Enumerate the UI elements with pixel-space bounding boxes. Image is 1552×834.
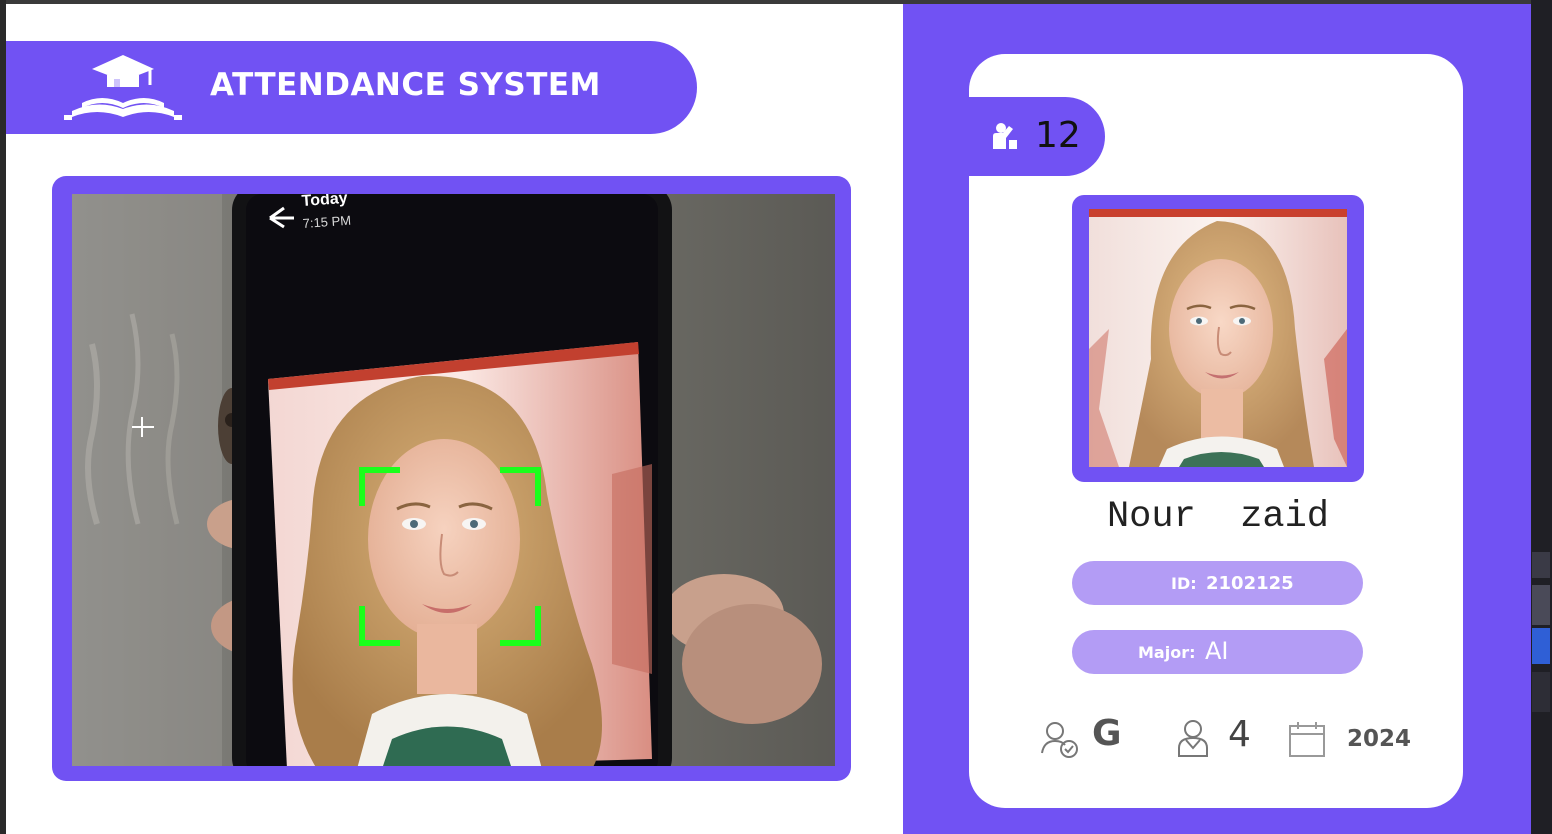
student-id-pill: ID: 2102125 (1072, 561, 1363, 605)
major-label: Major: (1138, 643, 1196, 662)
user-check-icon (1041, 722, 1078, 758)
camera-image: Today 7:15 PM (72, 194, 835, 766)
side-widget-3[interactable] (1532, 628, 1550, 664)
attendance-app-window: ATTENDANCE SYSTEM Today 7:15 PM 12 Nour … (0, 0, 1552, 834)
side-widget-2 (1532, 585, 1550, 625)
calendar-icon (1289, 722, 1325, 757)
id-label: ID: (1171, 574, 1197, 593)
raised-hand-person-icon (993, 123, 1017, 149)
graduation-cap-book-icon (64, 55, 182, 120)
header-banner: ATTENDANCE SYSTEM (6, 41, 697, 134)
student-photo-frame (1072, 195, 1364, 482)
student-photo (1089, 209, 1347, 467)
side-widget-4 (1532, 672, 1550, 712)
student-icon (1178, 720, 1208, 757)
student-major-pill: Major: AI (1072, 630, 1363, 674)
app-title: ATTENDANCE SYSTEM (210, 67, 601, 103)
student-standing: G (1092, 713, 1122, 754)
camera-feed: Today 7:15 PM (72, 194, 835, 766)
attendance-count: 12 (1035, 115, 1081, 156)
major-value: AI (1205, 637, 1229, 665)
student-name: Nour zaid (1106, 496, 1330, 538)
student-year: 4 (1228, 714, 1251, 755)
camera-frame: Today 7:15 PM (52, 176, 851, 781)
side-widget-1 (1532, 552, 1550, 578)
id-value: 2102125 (1206, 573, 1294, 594)
attendance-count-badge: 12 (969, 97, 1105, 176)
starting-year: 2024 (1347, 726, 1412, 752)
